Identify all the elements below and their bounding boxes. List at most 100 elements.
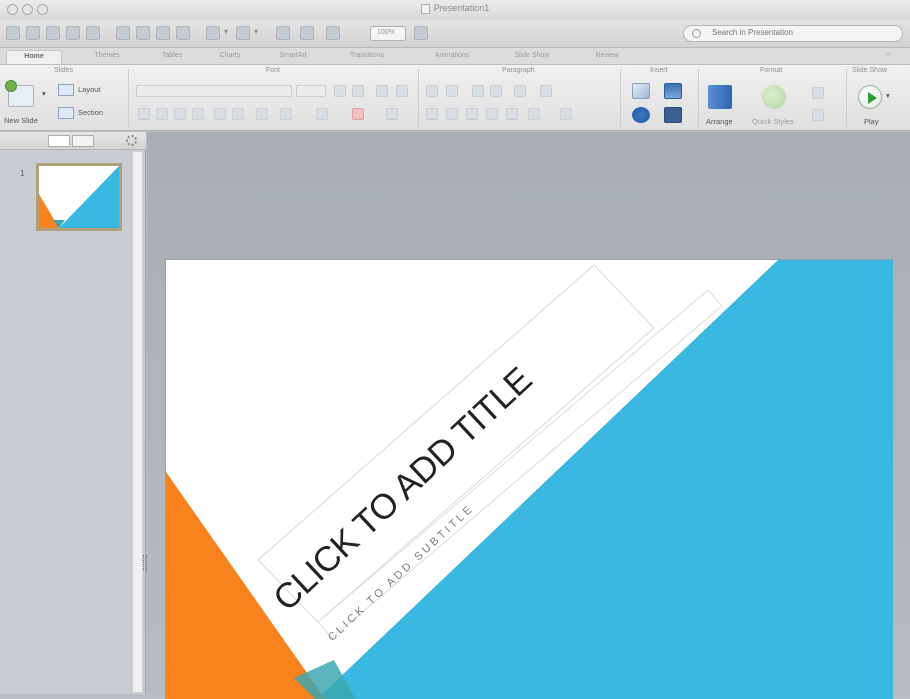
grow-font-icon[interactable] [334, 85, 346, 97]
bullets-icon[interactable] [426, 85, 438, 97]
tab-tables[interactable]: Tables [150, 50, 194, 64]
tab-transitions[interactable]: Transitions [334, 50, 400, 64]
open-icon[interactable] [46, 26, 60, 40]
ribbon-tabs: Home Themes Tables Charts SmartArt Trans… [0, 48, 910, 65]
text-box-icon[interactable] [396, 85, 408, 97]
ribbon-collapse-icon[interactable]: ⌃ [874, 50, 902, 64]
shape-icon[interactable] [632, 107, 650, 123]
undo-icon[interactable] [206, 26, 228, 40]
arrange-button[interactable]: Arrange [706, 117, 733, 126]
quick-styles-button[interactable]: Quick Styles [752, 117, 794, 126]
window-title-bar: Presentation1 [0, 0, 910, 20]
play-button[interactable]: Play [864, 117, 879, 126]
slide-thumbnail[interactable] [36, 163, 122, 231]
print-icon[interactable] [86, 26, 100, 40]
distributed-icon[interactable] [506, 108, 518, 120]
arrange-icon[interactable] [708, 85, 732, 109]
outline-view-tab[interactable] [72, 135, 94, 147]
strikethrough-icon[interactable] [192, 108, 204, 120]
play-dropdown-icon[interactable]: ▾ [886, 91, 890, 100]
tab-charts[interactable]: Charts [208, 50, 252, 64]
line-spacing-icon[interactable] [514, 85, 526, 97]
document-icon [420, 3, 430, 14]
shape-fill-icon[interactable] [812, 87, 824, 99]
slides-pane-scrollbar[interactable] [132, 152, 142, 692]
save-icon[interactable] [66, 26, 80, 40]
align-left-icon[interactable] [426, 108, 438, 120]
templates-icon[interactable] [26, 26, 40, 40]
cut-icon[interactable] [116, 26, 130, 40]
gear-icon[interactable] [126, 135, 137, 146]
layout-button[interactable]: Layout [78, 85, 101, 94]
increase-indent-icon[interactable] [490, 85, 502, 97]
group-label-slides: Slides [54, 67, 74, 74]
tab-slide-show[interactable]: Slide Show [502, 50, 562, 64]
group-divider [620, 69, 621, 127]
slide-number: 1 [20, 169, 25, 178]
group-divider [698, 69, 699, 127]
group-label-paragraph: Paragraph [502, 67, 535, 74]
section-button[interactable]: Section [78, 108, 103, 117]
text-box-insert-icon[interactable] [664, 83, 682, 99]
change-case-icon[interactable] [256, 108, 268, 120]
group-label-format: Format [760, 67, 783, 74]
underline-icon[interactable] [174, 108, 186, 120]
slide-background-shapes [166, 260, 893, 699]
redo-icon[interactable] [236, 26, 258, 40]
align-center-icon[interactable] [446, 108, 458, 120]
slides-pane: 1 [0, 132, 146, 694]
italic-icon[interactable] [156, 108, 168, 120]
align-text-icon[interactable] [560, 108, 572, 120]
font-color-icon[interactable] [352, 108, 364, 120]
shape-line-icon[interactable] [812, 109, 824, 121]
tab-home[interactable]: Home [6, 50, 62, 64]
copy-icon[interactable] [136, 26, 150, 40]
superscript-icon[interactable] [214, 108, 226, 120]
text-effects-icon[interactable] [386, 108, 398, 120]
clear-formatting-icon[interactable] [376, 85, 388, 97]
media-icon[interactable] [300, 26, 314, 40]
slide-canvas[interactable]: CLICK TO ADD TITLE CLICK TO ADD SUBTITLE [165, 259, 893, 699]
tab-animations[interactable]: Animations [420, 50, 484, 64]
justify-icon[interactable] [486, 108, 498, 120]
bold-icon[interactable] [138, 108, 150, 120]
format-painter-icon[interactable] [176, 26, 190, 40]
new-document-icon[interactable] [6, 26, 20, 40]
numbering-icon[interactable] [446, 85, 458, 97]
media-insert-icon[interactable] [664, 107, 682, 123]
play-icon[interactable] [858, 85, 882, 109]
subscript-icon[interactable] [232, 108, 244, 120]
new-slide-dropdown-icon[interactable]: ▾ [42, 89, 46, 98]
quick-styles-icon[interactable] [762, 85, 786, 109]
gallery-icon[interactable] [326, 26, 340, 40]
section-icon[interactable] [58, 107, 74, 119]
tab-themes[interactable]: Themes [82, 50, 132, 64]
help-icon[interactable] [414, 26, 428, 40]
character-spacing-icon[interactable] [280, 108, 292, 120]
new-slide-icon[interactable] [5, 80, 34, 107]
table-icon[interactable] [276, 26, 290, 40]
text-direction-icon[interactable] [540, 85, 552, 97]
search-box[interactable] [683, 25, 903, 42]
slides-pane-toolbar [0, 132, 146, 150]
align-right-icon[interactable] [466, 108, 478, 120]
highlight-icon[interactable] [316, 108, 328, 120]
shrink-font-icon[interactable] [352, 85, 364, 97]
layout-icon[interactable] [58, 84, 74, 96]
font-name-select[interactable] [136, 85, 292, 97]
slides-view-tab[interactable] [48, 135, 70, 147]
tab-smartart[interactable]: SmartArt [266, 50, 320, 64]
group-divider [418, 69, 419, 127]
tab-review[interactable]: Review [582, 50, 632, 64]
zoom-control[interactable]: 100% [370, 26, 406, 41]
paste-icon[interactable] [156, 26, 170, 40]
columns-icon[interactable] [528, 108, 540, 120]
search-input[interactable] [710, 27, 896, 38]
group-label-slide-show: Slide Show [852, 67, 888, 74]
decrease-indent-icon[interactable] [472, 85, 484, 97]
font-size-select[interactable] [296, 85, 326, 97]
group-divider [846, 69, 847, 127]
new-slide-label[interactable]: New Slide [4, 116, 38, 125]
picture-icon[interactable] [632, 83, 650, 99]
window-title: Presentation1 [0, 3, 910, 14]
